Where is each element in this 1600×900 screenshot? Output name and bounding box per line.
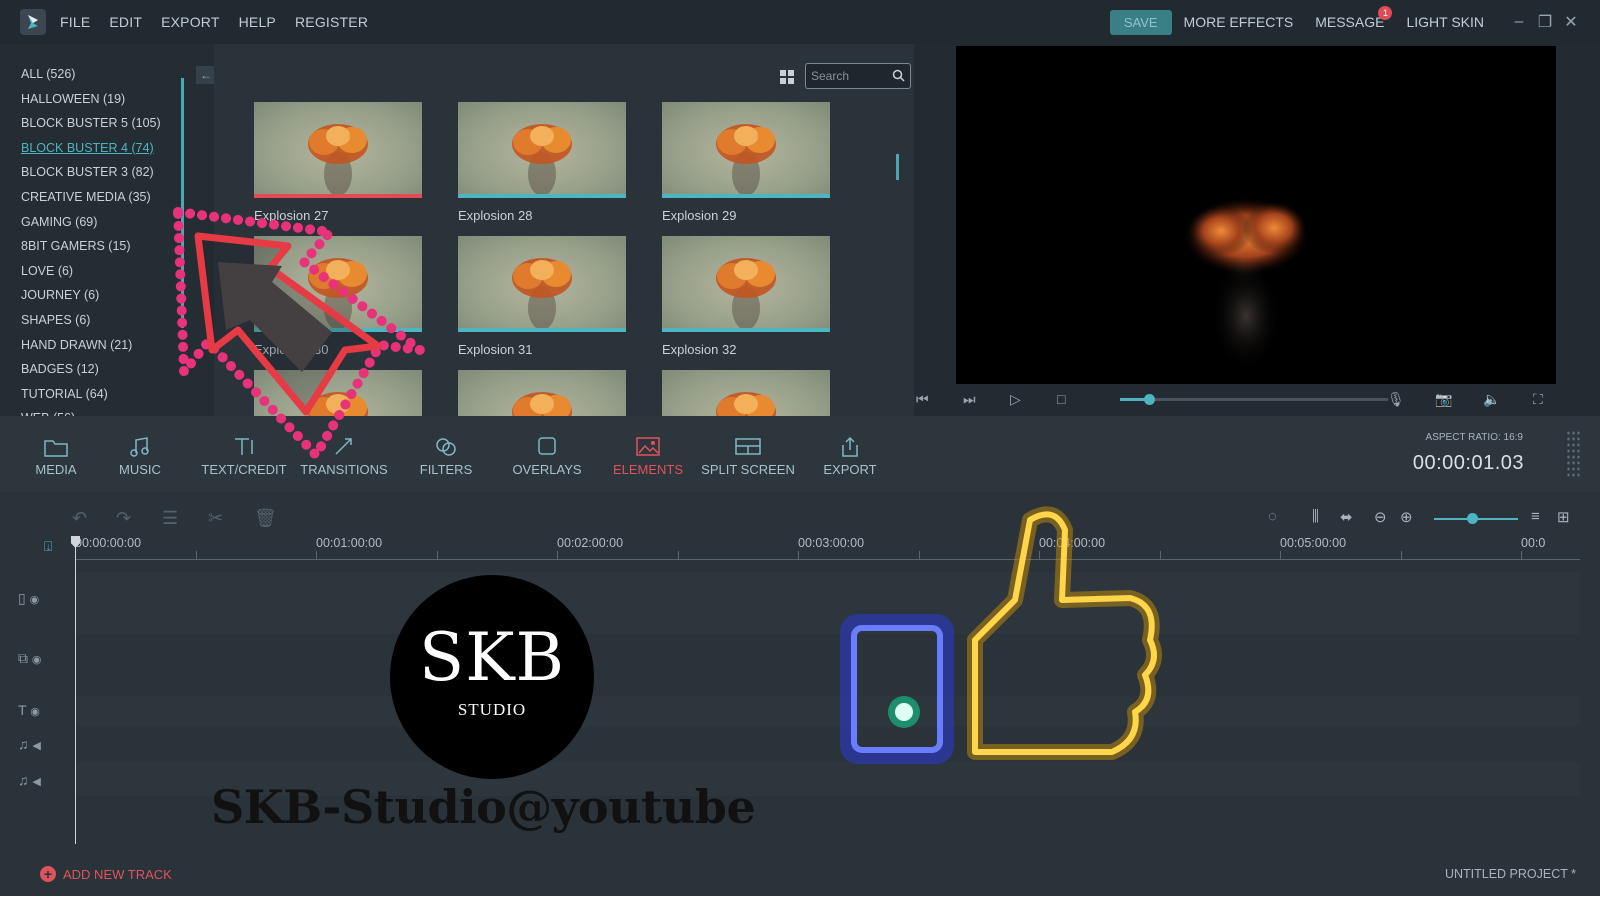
neon-thumbs-up-icon <box>967 506 1162 760</box>
channel-handle: SKB-Studio@youtube <box>211 780 756 834</box>
pointer-arrow-icon <box>173 207 425 460</box>
annotation-arrow-overlay <box>173 207 1162 764</box>
skb-logo-subtext: STUDIO <box>457 700 527 719</box>
neon-phone-icon <box>840 614 954 764</box>
skb-logo-text: SKB <box>418 619 566 696</box>
skb-studio-logo: SKB STUDIO <box>390 575 594 779</box>
